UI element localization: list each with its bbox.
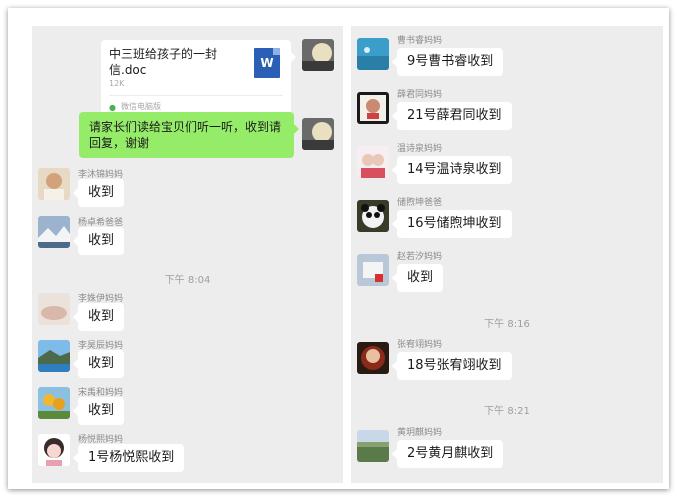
divider [109,95,283,96]
message-bubble[interactable]: 1号杨悦熙收到 [72,444,185,472]
file-source: ● 微信电脑版 [109,101,161,112]
screenshot-frame: 中三班给孩子的一封信.doc 12K W ● 微信电脑版 请家长们读给宝贝们听一听… [8,8,669,489]
time-divider: 下午 8:04 [164,275,211,286]
avatar[interactable] [38,216,70,248]
message-bubble[interactable]: 21号薛君同收到 [392,102,512,130]
sender-name: 赵若汐妈妈 [397,252,443,262]
time-divider: 下午 8:21 [484,406,530,417]
sender-name: 张宥翊妈妈 [397,340,443,350]
avatar[interactable] [357,92,389,124]
sender-name: 温诗泉妈妈 [397,144,443,154]
avatar[interactable] [302,39,334,71]
avatar[interactable] [38,293,70,325]
avatar[interactable] [357,38,389,70]
message-bubble[interactable]: 收到 [72,227,125,255]
message-bubble[interactable]: 收到 [72,397,125,425]
avatar[interactable] [302,118,334,150]
file-source-label: 微信电脑版 [121,102,161,111]
wechat-icon: ● [109,103,116,112]
file-size: 12K [109,79,125,88]
file-title: 中三班给孩子的一封信.doc [109,47,218,77]
message-bubble[interactable]: 16号储煦坤收到 [392,210,512,238]
avatar[interactable] [357,146,389,178]
avatar[interactable] [38,434,70,466]
word-doc-icon: W [254,48,280,78]
avatar[interactable] [357,430,389,462]
avatar[interactable] [38,168,70,200]
sender-name: 曹书睿妈妈 [397,36,443,46]
avatar[interactable] [38,340,70,372]
avatar[interactable] [357,342,389,374]
message-bubble[interactable]: 收到 [72,350,125,378]
avatar[interactable] [357,200,389,232]
message-bubble[interactable]: 收到 [72,179,125,207]
avatar[interactable] [38,387,70,419]
message-bubble[interactable]: 2号黄月麒收到 [391,440,504,468]
chat-panel-right: 曹书睿妈妈 9号曹书睿收到 薛君同妈妈 21号薛君同收到 温诗泉妈妈 14号温诗… [351,26,663,483]
message-bubble[interactable]: 收到 [72,303,125,331]
notice-message-bubble[interactable]: 请家长们读给宝贝们听一听，收到请回复，谢谢 [79,112,299,158]
message-bubble[interactable]: 9号曹书睿收到 [391,48,504,76]
message-bubble[interactable]: 14号温诗泉收到 [392,156,512,184]
chat-panel-left: 中三班给孩子的一封信.doc 12K W ● 微信电脑版 请家长们读给宝贝们听一听… [32,26,343,483]
avatar[interactable] [357,254,389,286]
sender-name: 薛君同妈妈 [397,90,443,100]
time-divider: 下午 8:16 [484,319,530,330]
message-bubble[interactable]: 18号张宥翊收到 [392,352,512,380]
message-bubble[interactable]: 收到 [391,264,444,292]
file-message-card[interactable]: 中三班给孩子的一封信.doc 12K W ● 微信电脑版 [101,40,296,121]
sender-name: 黄玥麒妈妈 [397,428,443,438]
sender-name: 储煦坤爸爸 [397,198,443,208]
